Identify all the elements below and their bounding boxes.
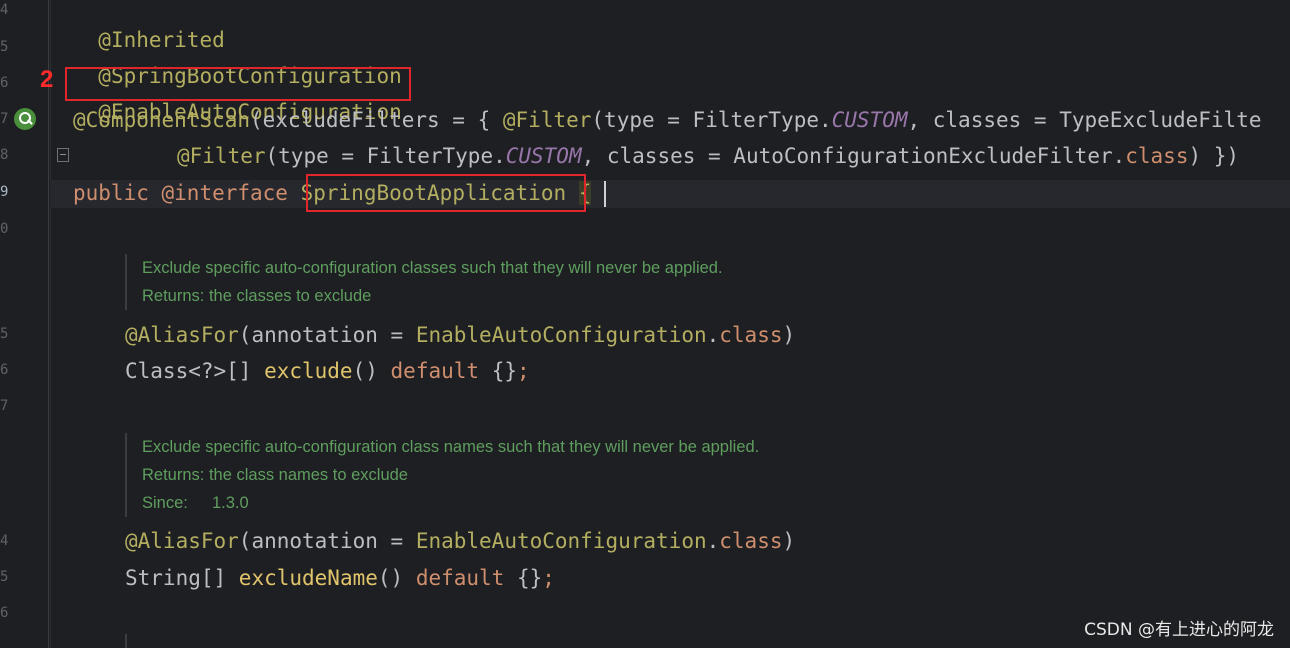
javadoc-excludename: Exclude specific auto-configuration clas… bbox=[125, 433, 1042, 517]
class-reference: EnableAutoConfiguration bbox=[415, 529, 707, 553]
javadoc-partial bbox=[125, 634, 1042, 648]
code-token: , classes = AutoConfigurationExcludeFilt… bbox=[581, 144, 1126, 168]
code-line-filter: @Filter(type = FilterType.CUSTOM, classe… bbox=[177, 142, 1239, 170]
javadoc-returns: Returns: the class names to exclude bbox=[142, 461, 1042, 489]
code-token: , classes = TypeExcludeFilte bbox=[907, 108, 1262, 132]
line-number: 6 bbox=[0, 362, 9, 378]
code-line-aliasfor-2: @AliasFor(annotation = EnableAutoConfigu… bbox=[125, 527, 795, 555]
annotation-token: @AliasFor bbox=[125, 529, 239, 553]
constant-token: CUSTOM bbox=[831, 108, 908, 132]
code-token: ) }) bbox=[1188, 144, 1240, 168]
annotation-token: @ComponentScan bbox=[73, 108, 251, 132]
line-number: 5 bbox=[0, 39, 9, 55]
since-label: Since: bbox=[142, 494, 188, 512]
annotation-token: @Filter bbox=[502, 108, 592, 132]
code-token: (annotation = bbox=[238, 529, 416, 553]
line-number: 0 bbox=[0, 221, 9, 237]
keyword-token: default bbox=[390, 359, 480, 383]
spring-bean-navigate-icon[interactable] bbox=[14, 108, 36, 130]
line-number: 4 bbox=[0, 2, 9, 18]
highlight-box-springbootapplication bbox=[306, 174, 586, 212]
keyword-token: class bbox=[719, 323, 783, 347]
code-token: . bbox=[706, 323, 720, 347]
class-reference: EnableAutoConfiguration bbox=[415, 323, 707, 347]
line-number: 9 bbox=[0, 184, 9, 200]
javadoc-description: Exclude specific auto-configuration clas… bbox=[142, 259, 723, 277]
keyword-token: default bbox=[415, 566, 505, 590]
semicolon-token: ; bbox=[516, 359, 530, 383]
code-token: . bbox=[706, 529, 720, 553]
code-line-aliasfor-1: @AliasFor(annotation = EnableAutoConfigu… bbox=[125, 321, 795, 349]
keyword-token: @interface bbox=[161, 181, 288, 205]
method-name: exclude bbox=[264, 359, 353, 383]
line-number: 7 bbox=[0, 111, 9, 127]
code-token: ) bbox=[782, 323, 796, 347]
highlight-box-enableautoconfiguration bbox=[65, 67, 411, 101]
line-number: 4 bbox=[0, 533, 9, 549]
code-line-excludename: String[] excludeName() default {}; bbox=[125, 564, 555, 592]
line-number: 5 bbox=[0, 569, 9, 585]
keyword-token: class bbox=[719, 529, 783, 553]
annotation-number-marker: 2 bbox=[40, 66, 54, 93]
code-token: () bbox=[352, 359, 391, 383]
annotation-token: @AliasFor bbox=[125, 323, 239, 347]
line-number: 5 bbox=[0, 326, 9, 342]
line-number: 6 bbox=[0, 75, 9, 91]
type-token: Class<?>[] bbox=[125, 359, 265, 383]
constant-token: CUSTOM bbox=[505, 144, 582, 168]
returns-text: the class names to exclude bbox=[208, 466, 408, 484]
line-number: 6 bbox=[0, 605, 9, 621]
javadoc-since: Since: 1.3.0 bbox=[142, 489, 1042, 517]
semicolon-token: ; bbox=[542, 566, 555, 590]
line-number: 7 bbox=[0, 398, 9, 414]
javadoc-exclude: Exclude specific auto-configuration clas… bbox=[125, 254, 1042, 310]
since-text: 1.3.0 bbox=[212, 494, 249, 512]
code-token: (excludeFilters = { bbox=[250, 108, 503, 132]
method-name: excludeName bbox=[238, 566, 378, 590]
returns-label: Returns: bbox=[142, 466, 205, 484]
javadoc-returns: Returns: the classes to exclude bbox=[142, 282, 1042, 310]
fold-guide bbox=[48, 0, 49, 648]
code-token: {} bbox=[504, 566, 543, 590]
code-token: (type = FilterType. bbox=[265, 144, 506, 168]
returns-label: Returns: bbox=[142, 287, 205, 305]
line-number-gutter: 4 5 6 7 8 9 0 5 6 7 4 5 6 bbox=[0, 0, 51, 648]
returns-text: the classes to exclude bbox=[208, 287, 372, 305]
keyword-token: class bbox=[1125, 144, 1189, 168]
code-token: (type = FilterType. bbox=[591, 108, 832, 132]
fold-collapse-icon[interactable] bbox=[57, 148, 69, 162]
watermark: CSDN @有上进心的阿龙 bbox=[1084, 620, 1274, 640]
javadoc-description: Exclude specific auto-configuration clas… bbox=[142, 438, 760, 456]
annotation-token: @Filter bbox=[177, 144, 266, 168]
code-token: ) bbox=[782, 529, 796, 553]
code-line-exclude: Class<?>[] exclude() default {}; bbox=[125, 357, 530, 385]
code-token: (annotation = bbox=[238, 323, 416, 347]
keyword-token: public bbox=[73, 181, 149, 205]
code-token: {} bbox=[479, 359, 517, 383]
code-token: () bbox=[377, 566, 416, 590]
line-number: 8 bbox=[0, 147, 9, 163]
code-line-componentscan: @ComponentScan(excludeFilters = { @Filte… bbox=[73, 106, 1262, 134]
text-cursor bbox=[604, 181, 606, 207]
type-token: String[] bbox=[125, 566, 239, 590]
